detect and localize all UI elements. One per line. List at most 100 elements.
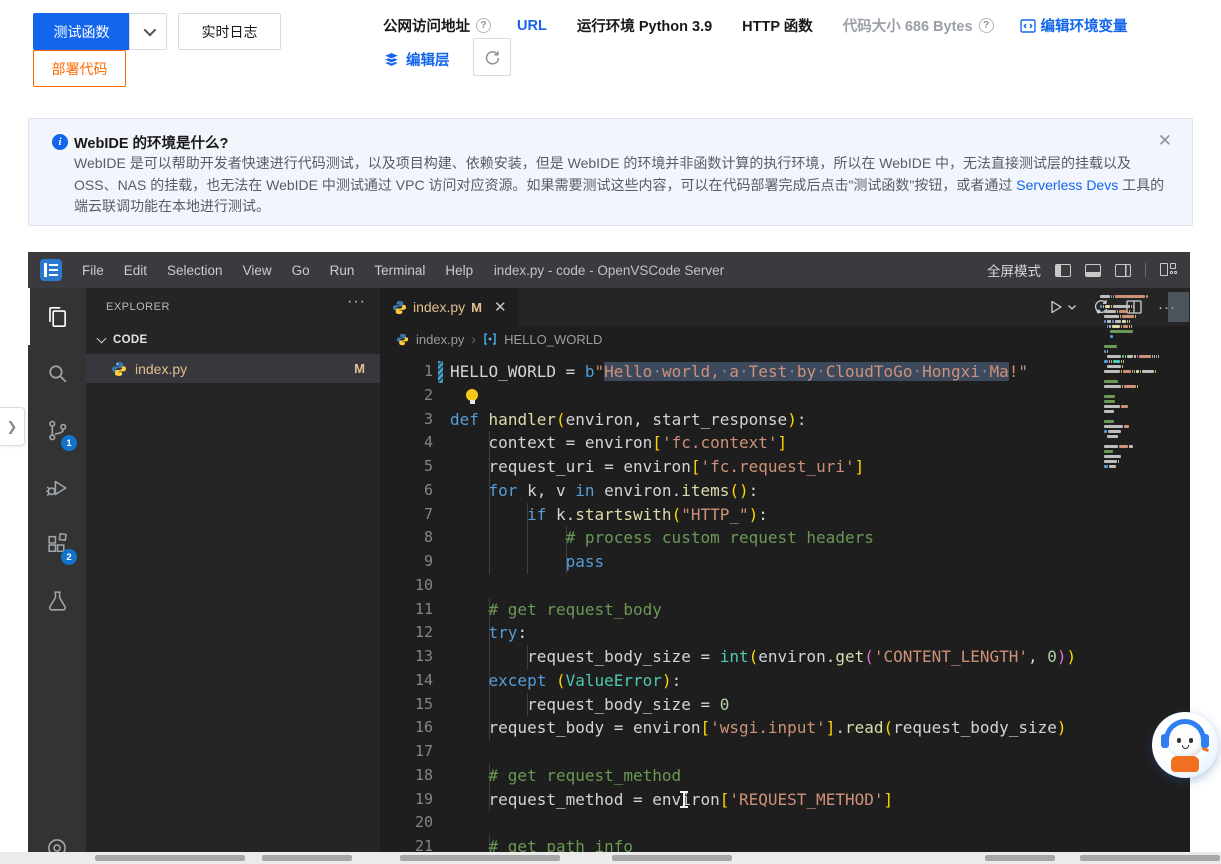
lightbulb-icon[interactable] [466,389,478,401]
deploy-code-button[interactable]: 部署代码 [33,50,126,87]
customize-layout-icon[interactable] [1160,263,1176,277]
refresh-icon [484,49,501,66]
fullscreen-label[interactable]: 全屏模式 [987,260,1041,280]
code-line[interactable]: 10 [380,574,1190,598]
tab-close-icon[interactable]: ✕ [494,298,507,316]
explorer-more-actions-icon[interactable]: ··· [347,293,366,311]
menu-terminal[interactable]: Terminal [364,263,435,278]
search-icon [45,361,70,386]
menu-help[interactable]: Help [435,263,483,278]
explorer-activity-button[interactable] [28,288,86,345]
menu-edit[interactable]: Edit [114,263,157,278]
testing-activity-button[interactable] [28,573,86,630]
menu-view[interactable]: View [233,263,282,278]
code-line[interactable]: 15 request_body_size = 0 [380,693,1190,717]
panel-expander-button[interactable]: ❯ [0,407,25,446]
code-line[interactable]: 7 if k.startswith("HTTP_"): [380,503,1190,527]
extensions-badge: 2 [61,549,77,565]
code-line[interactable]: 4 context = environ['fc.context'] [380,431,1190,455]
line-number: 5 [380,455,433,479]
chevron-down-icon [143,24,156,37]
code-line[interactable]: 14 except (ValueError): [380,669,1190,693]
webide-window: index.py - code - OpenVSCode Server File… [28,252,1190,852]
file-name: index.py [135,361,187,377]
test-function-button[interactable]: 测试函数 [33,13,130,50]
run-python-file-button[interactable] [1048,299,1077,315]
code-line[interactable]: 12 try: [380,621,1190,645]
code-line[interactable]: 18 # get request_method [380,764,1190,788]
banner-close-icon[interactable]: ✕ [1158,131,1172,151]
help-icon[interactable]: ? [979,18,994,33]
banner-title: WebIDE 的环境是什么? [74,132,228,153]
toggle-secondary-sidebar-icon[interactable] [1115,264,1131,277]
run-icon [1048,299,1064,315]
menu-go[interactable]: Go [282,263,320,278]
menu-selection[interactable]: Selection [157,263,233,278]
menu-run[interactable]: Run [320,263,365,278]
code-line[interactable]: 5 request_uri = environ['fc.request_uri'… [380,455,1190,479]
code-line[interactable]: 8 # process custom request headers [380,526,1190,550]
code-line[interactable]: 13 request_body_size = int(environ.get('… [380,645,1190,669]
explorer-section-code[interactable]: CODE [86,328,380,352]
code-line[interactable]: 19 request_method = environ['REQUEST_MET… [380,788,1190,812]
code-line[interactable]: 9 pass [380,550,1190,574]
line-number: 18 [380,764,433,788]
customer-service-mascot-button[interactable] [1152,712,1218,778]
line-number: 8 [380,526,433,550]
code-line[interactable]: 2 [380,384,1190,408]
menubar: File Edit Selection View Go Run Terminal… [72,263,483,278]
chevron-down-icon [97,334,107,344]
divider [1145,263,1146,277]
line-number: 9 [380,550,433,574]
line-number: 17 [380,740,433,764]
url-link[interactable]: URL [517,18,547,34]
code-editor[interactable]: 1HELLO_WORLD = b"Hello·world,·a·Test·by·… [380,352,1190,852]
code-line[interactable]: 6 for k, v in environ.items(): [380,479,1190,503]
source-control-activity-button[interactable]: 1 [28,402,86,459]
vscode-logo-icon [40,259,62,281]
code-line[interactable]: 20 [380,811,1190,835]
code-line[interactable]: 1HELLO_WORLD = b"Hello·world,·a·Test·by·… [380,360,1190,384]
refresh-button[interactable] [473,38,511,76]
edit-layer-row: 编辑层 [383,49,450,70]
git-modified-badge: M [354,361,365,376]
symbol-variable-icon [483,332,497,346]
breadcrumb-symbol[interactable]: HELLO_WORLD [504,332,602,347]
line-number: 20 [380,811,433,835]
tab-bar: index.py M ✕ ··· [380,288,1190,326]
line-number: 13 [380,645,433,669]
section-label: CODE [113,334,147,346]
extensions-activity-button[interactable]: 2 [28,516,86,573]
line-number: 4 [380,431,433,455]
explorer-file-indexpy[interactable]: index.py M [86,354,380,383]
search-activity-button[interactable] [28,345,86,402]
menu-file[interactable]: File [72,263,114,278]
line-number: 10 [380,574,433,598]
test-function-dropdown-button[interactable] [129,13,167,50]
line-number: 16 [380,716,433,740]
serverless-devs-link[interactable]: Serverless Devs [1016,177,1118,193]
files-icon [44,304,70,330]
minimap[interactable] [1100,294,1164,469]
breadcrumb-file[interactable]: index.py [416,332,464,347]
line-number: 11 [380,598,433,622]
layers-icon [383,52,400,68]
code-line[interactable]: 21 # get path info [380,835,1190,852]
help-icon[interactable]: ? [476,18,491,33]
code-line[interactable]: 17 [380,740,1190,764]
code-line[interactable]: 11 # get request_body [380,598,1190,622]
minimap-slider[interactable] [1168,292,1189,322]
edit-env-vars-link[interactable]: 编辑环境变量 [1020,15,1128,36]
toggle-panel-icon[interactable] [1085,264,1101,277]
edit-layer-link[interactable]: 编辑层 [383,49,450,70]
run-debug-activity-button[interactable] [28,459,86,516]
manage-gear-icon[interactable] [44,835,70,852]
code-line[interactable]: 16 request_body = environ['wsgi.input'].… [380,716,1190,740]
chevron-down-icon [1067,303,1077,311]
code-size-label: 代码大小 686 Bytes [843,15,973,36]
toggle-sidebar-icon[interactable] [1055,264,1071,277]
activity-bar: 1 2 [28,288,86,852]
code-line[interactable]: 3def handler(environ, start_response): [380,408,1190,432]
tab-indexpy[interactable]: index.py M ✕ [380,288,519,326]
realtime-log-button[interactable]: 实时日志 [178,13,281,50]
